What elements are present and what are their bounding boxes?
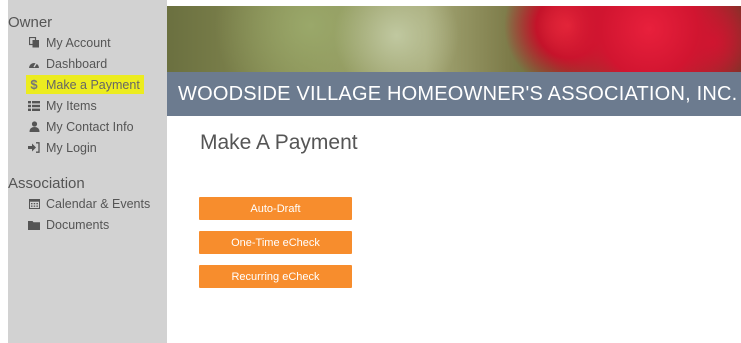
dashboard-icon [28, 58, 40, 70]
sidebar-item-my-login[interactable]: My Login [26, 138, 101, 157]
sidebar-item-label: Dashboard [46, 56, 108, 71]
header-flower-photo [167, 6, 741, 72]
header-title-bar: WOODSIDE VILLAGE HOMEOWNER'S ASSOCIATION… [167, 72, 741, 116]
sidebar-item-my-contact-info[interactable]: My Contact Info [26, 117, 138, 136]
association-section-title: Association [8, 175, 85, 192]
sign-in-icon [28, 142, 40, 154]
header-banner: WOODSIDE VILLAGE HOMEOWNER'S ASSOCIATION… [167, 6, 741, 116]
list-icon [28, 100, 40, 112]
association-name: WOODSIDE VILLAGE HOMEOWNER'S ASSOCIATION… [178, 82, 738, 105]
folder-icon [28, 219, 40, 231]
calendar-icon [28, 198, 40, 210]
sidebar-item-label: Documents [46, 217, 110, 232]
sidebar-item-calendar-events[interactable]: Calendar & Events [26, 194, 154, 213]
one-time-echeck-button[interactable]: One-Time eCheck [199, 231, 352, 254]
sidebar-item-label: My Login [46, 140, 97, 155]
sidebar-item-label: My Contact Info [46, 119, 134, 134]
dollar-icon: $ [30, 77, 38, 92]
sidebar-item-label: Make a Payment [46, 77, 140, 92]
sidebar-item-documents[interactable]: Documents [26, 215, 113, 234]
user-icon [28, 121, 40, 133]
auto-draft-button[interactable]: Auto-Draft [199, 197, 352, 220]
owner-section-title: Owner [8, 14, 53, 31]
page-title: Make A Payment [200, 131, 358, 154]
sidebar-item-my-account[interactable]: My Account [26, 33, 115, 52]
recurring-echeck-button[interactable]: Recurring eCheck [199, 265, 352, 288]
sidebar-item-label: My Items [46, 98, 97, 113]
copy-icon [28, 37, 40, 49]
sidebar-item-dashboard[interactable]: Dashboard [26, 54, 111, 73]
sidebar-item-label: My Account [46, 35, 111, 50]
sidebar: Owner My Account Dashboard $ Make a Paym… [8, 0, 167, 343]
sidebar-item-label: Calendar & Events [46, 196, 151, 211]
sidebar-item-my-items[interactable]: My Items [26, 96, 101, 115]
sidebar-item-make-a-payment[interactable]: $ Make a Payment [26, 75, 144, 94]
